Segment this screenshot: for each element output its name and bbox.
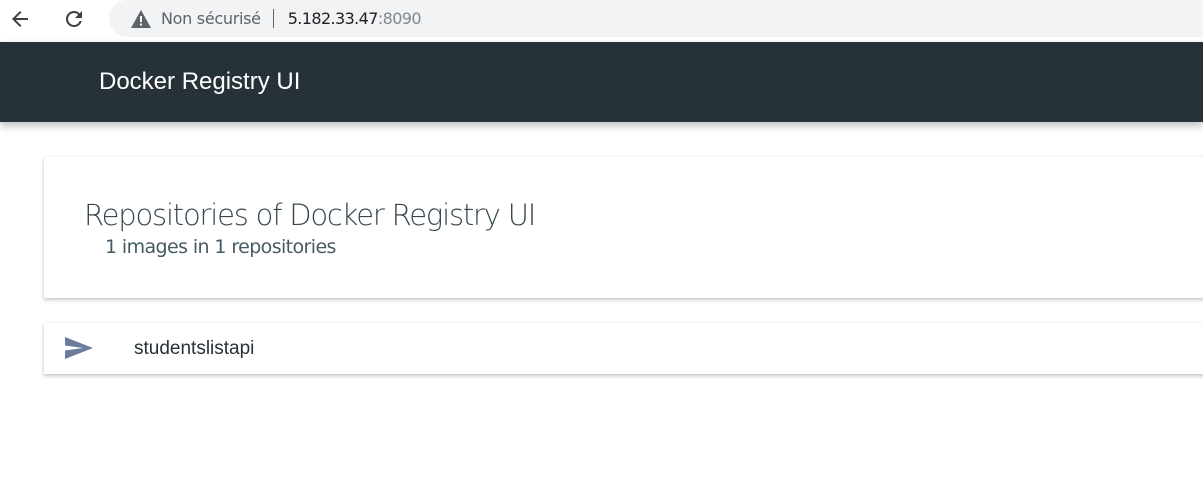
repositories-summary: 1 images in 1 repositories — [105, 236, 336, 258]
app-title[interactable]: Docker Registry UI — [99, 68, 300, 96]
security-status-label[interactable]: Non sécurisé — [161, 9, 261, 28]
repositories-card: Repositories of Docker Registry UI 1 ima… — [44, 157, 1203, 298]
list-item-repository[interactable]: studentslistapi — [44, 323, 1203, 374]
warning-triangle-icon[interactable] — [130, 9, 152, 29]
app-header: Docker Registry UI — [0, 42, 1203, 122]
arrow-left-icon — [8, 7, 32, 31]
address-separator — [272, 9, 274, 28]
url-port[interactable]: :8090 — [378, 9, 422, 28]
send-icon — [64, 336, 94, 360]
reload-icon — [62, 7, 86, 31]
url-host[interactable]: 5.182.33.47 — [288, 9, 379, 28]
reload-button[interactable] — [58, 4, 90, 34]
page-title: Repositories of Docker Registry UI — [84, 198, 536, 232]
repository-name[interactable]: studentslistapi — [134, 338, 254, 360]
browser-toolbar: Non sécurisé 5.182.33.47 :8090 — [0, 0, 1203, 42]
address-bar[interactable]: Non sécurisé 5.182.33.47 :8090 — [109, 0, 1203, 37]
back-button[interactable] — [4, 4, 36, 34]
